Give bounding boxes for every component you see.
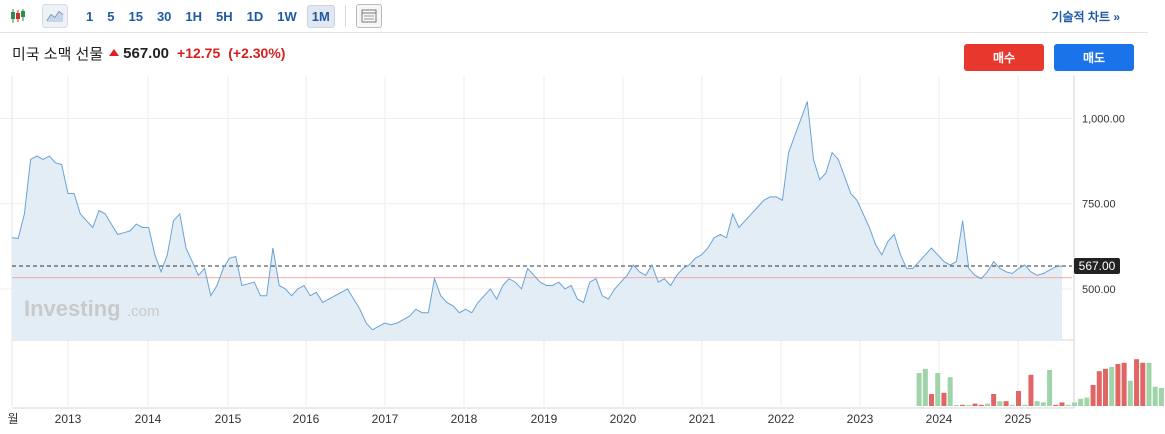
volume-bar: [1009, 404, 1015, 406]
volume-bar: [1152, 386, 1158, 406]
volume-bar: [1040, 402, 1046, 406]
volume-bar: [1134, 359, 1140, 406]
volume-bar: [947, 377, 953, 406]
x-tick-label: 2021: [689, 412, 716, 426]
sell-button[interactable]: 매도: [1054, 44, 1134, 71]
volume-bar: [972, 403, 978, 406]
y-tick-label: 1,000.00: [1082, 113, 1125, 125]
up-arrow-icon: [109, 48, 120, 56]
y-tick-label: 750.00: [1082, 199, 1116, 211]
y-tick-label: 500.00: [1082, 284, 1116, 296]
volume-bar: [960, 404, 966, 406]
instrument-header: 미국 소맥 선물 567.00 +12.75 (+2.30%): [12, 43, 285, 63]
x-tick-label: 2013: [55, 412, 82, 426]
volume-bar: [1034, 401, 1040, 406]
volume-bar: [1127, 380, 1133, 406]
timeframe-5[interactable]: 5: [103, 6, 118, 27]
x-tick-label: 2024: [926, 412, 953, 426]
price-chart[interactable]: Investing .com 1,000.00 750.00 500.00 567.…: [0, 76, 1165, 434]
current-price-tag: 567.00: [1074, 258, 1120, 275]
x-tick-label: 2014: [135, 412, 162, 426]
x-tick-label: 2017: [372, 412, 399, 426]
volume-bar: [1059, 402, 1065, 406]
x-tick-label: 2018: [451, 412, 478, 426]
volume-bar: [953, 405, 959, 406]
volume-bar: [978, 404, 984, 406]
price-tag-label: 567.00: [1079, 259, 1116, 273]
volume-bar: [1121, 362, 1127, 406]
x-tick-label: 2023: [847, 412, 874, 426]
timeframe-1m[interactable]: 1M: [306, 4, 335, 28]
volume-bar: [1016, 391, 1022, 406]
x-axis-labels: 월 2013 2014 2015 2016 2017 2018 2019 2020 2021 202…: [7, 412, 1031, 426]
volume-bar: [984, 403, 990, 406]
volume-bar: [991, 394, 997, 406]
candlestick-icon[interactable]: [6, 5, 30, 27]
timeframe-1d[interactable]: 1D: [243, 6, 268, 27]
volume-bar: [966, 405, 972, 406]
volume-bar: [1109, 367, 1115, 406]
volume-bar: [1053, 404, 1059, 406]
x-tick-label: 2022: [768, 412, 795, 426]
watermark-brand: Investing: [24, 296, 121, 321]
timeframe-1[interactable]: 1: [82, 6, 97, 27]
x-tick-label: 2015: [215, 412, 242, 426]
timeframe-30[interactable]: 30: [153, 6, 175, 27]
volume-bar: [935, 373, 941, 406]
volume-bars: [916, 359, 1164, 406]
volume-bar: [1003, 401, 1009, 406]
buy-button[interactable]: 매수: [964, 44, 1044, 71]
timeframe-1h[interactable]: 1H: [181, 6, 206, 27]
toolbar-divider: [344, 5, 346, 27]
volume-bar: [1102, 368, 1108, 406]
volume-bar: [1115, 364, 1121, 406]
volume-bar: [1146, 362, 1152, 406]
volume-bar: [1065, 404, 1071, 406]
volume-bar: [922, 368, 928, 406]
volume-bar: [916, 373, 922, 406]
volume-bar: [1078, 398, 1084, 406]
x-tick-label: 2025: [1005, 412, 1032, 426]
volume-bar: [1090, 385, 1096, 406]
volume-bar: [941, 392, 947, 406]
volume-bar: [1096, 371, 1102, 406]
chart-gridlines: [0, 76, 1075, 409]
volume-bar: [1084, 397, 1090, 406]
volume-bar: [1047, 370, 1053, 406]
timeframe-1w[interactable]: 1W: [273, 6, 301, 27]
x-tick-label: 월: [7, 412, 18, 426]
timeframe-5h[interactable]: 5H: [212, 6, 237, 27]
volume-bar: [1028, 374, 1034, 406]
price-change-percent: (+2.30%): [228, 45, 286, 61]
price-area-fill: [12, 101, 1062, 341]
instrument-name: 미국 소맥 선물: [12, 45, 104, 63]
timeframe-15[interactable]: 15: [124, 6, 146, 27]
volume-bar: [1071, 402, 1077, 406]
x-tick-label: 2019: [531, 412, 558, 426]
table-icon[interactable]: [355, 4, 382, 28]
volume-bar: [929, 394, 935, 406]
technical-chart-link[interactable]: 기술적 차트 »: [1051, 8, 1120, 25]
price-change: +12.75: [177, 45, 221, 61]
instrument-price: 567.00: [123, 44, 170, 62]
chart-toolbar: 1 5 15 30 1H 5H 1D 1W 1M 기술적 차트 »: [0, 0, 1148, 33]
watermark-suffix: .com: [127, 303, 160, 320]
volume-bar: [1140, 362, 1146, 406]
area-chart-icon[interactable]: [42, 4, 68, 28]
volume-bar: [1158, 388, 1164, 406]
volume-bar: [997, 401, 1003, 406]
x-tick-label: 2016: [293, 412, 320, 426]
x-tick-label: 2020: [610, 412, 637, 426]
volume-bar: [1022, 404, 1028, 406]
